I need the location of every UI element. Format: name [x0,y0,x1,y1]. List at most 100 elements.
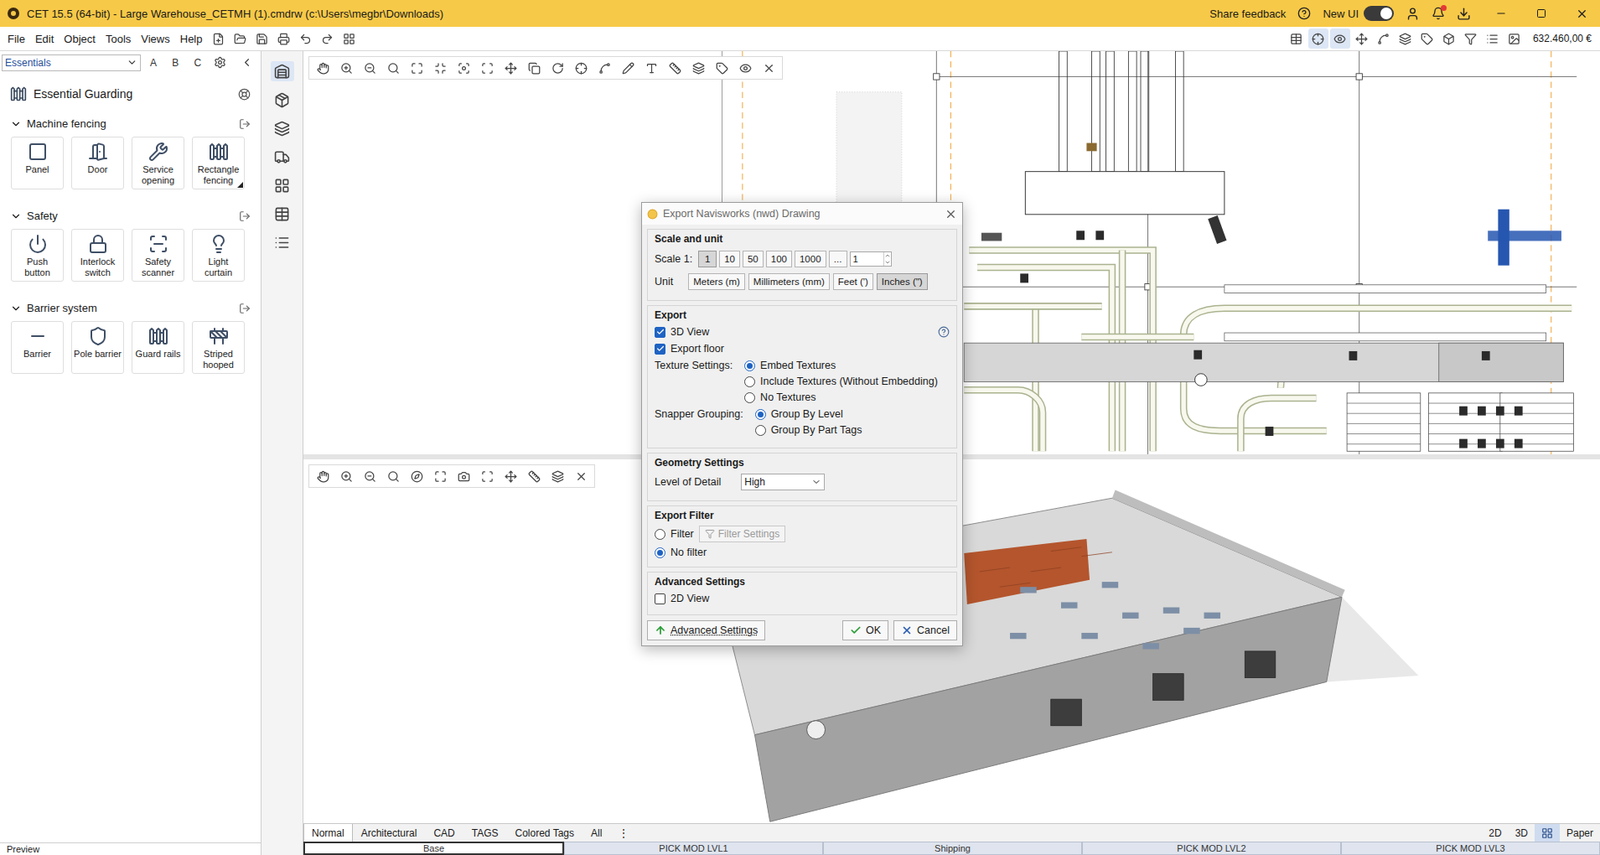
scale-button[interactable]: 1 [698,250,717,268]
view-tab[interactable]: Normal [303,823,353,842]
catalog-tile[interactable]: Door [71,136,125,190]
toggle-track[interactable] [1363,5,1394,21]
unit-button[interactable]: Inches (") [876,273,928,290]
view-tab[interactable]: TAGS [463,823,508,842]
toolbar-button-icon[interactable] [274,28,295,49]
radio-option[interactable]: Group By Level [755,408,863,420]
view-tool-icon[interactable] [406,57,427,78]
help-icon[interactable] [937,326,950,338]
view-tool-icon[interactable] [383,466,404,487]
unit-button[interactable]: Feet (') [833,273,874,290]
toolbar-button-icon[interactable] [208,28,229,49]
settings-icon[interactable] [210,52,231,73]
view-tool-icon[interactable] [476,57,498,78]
section-header[interactable]: Safety [0,201,261,226]
radio-button[interactable] [744,376,756,388]
split-view-icon[interactable] [1534,823,1560,842]
close-icon[interactable] [1563,0,1600,27]
catalog-tile[interactable]: Interlock switch [71,228,125,282]
view-tool-icon[interactable] [500,57,521,78]
cancel-button[interactable]: Cancel [893,620,958,641]
scale-button[interactable]: 50 [742,250,764,268]
view-tool-icon[interactable] [641,57,662,78]
checkbox[interactable] [654,343,666,355]
section-header[interactable]: Machine fencing [0,108,261,134]
view-tool-icon[interactable] [758,57,779,78]
toolbar-button-icon[interactable] [317,28,338,49]
radio-option[interactable]: FilterFilter Settings [654,525,950,543]
radio-option[interactable]: No Textures [744,391,938,404]
checkbox[interactable] [654,326,666,338]
radio-button[interactable] [654,547,666,559]
view-tool-icon[interactable] [312,466,333,487]
catalog-tile[interactable]: Guard rails [131,321,185,374]
catalog-tile[interactable]: Pole barrier [71,321,125,374]
toolbar-button-icon[interactable] [1373,28,1394,49]
user-avatar-icon[interactable] [1405,6,1420,21]
open-section-icon[interactable] [238,302,251,315]
dialog-title-bar[interactable]: Export Navisworks (nwd) Drawing [642,202,963,225]
checkbox-row[interactable]: 3D View [654,326,950,338]
toolbar-button-icon[interactable] [1286,28,1307,49]
view-mode-button[interactable]: 3D [1508,823,1535,842]
view-tool-icon[interactable] [359,57,380,78]
level-tab[interactable]: Shipping [823,841,1083,855]
view-tool-icon[interactable] [523,466,544,487]
dialog-close-icon[interactable] [944,207,958,221]
view-tool-icon[interactable] [711,57,732,78]
catalog-letter-button[interactable]: B [165,56,185,69]
update-download-icon[interactable] [1456,6,1471,21]
catalog-switch-icon[interactable] [270,146,295,167]
collapse-panel-icon[interactable] [237,52,258,73]
toolbar-button-icon[interactable] [252,28,273,49]
catalog-tile[interactable]: Barrier [10,321,64,374]
radio-option[interactable]: Embed Textures [744,359,938,372]
catalog-tile[interactable]: Light curtain [191,228,245,282]
view-tool-icon[interactable] [453,57,474,78]
radio-button[interactable] [755,409,767,420]
radio-button[interactable] [755,424,767,436]
catalog-tile[interactable]: Safety scanner [131,228,185,282]
catalog-switch-icon[interactable] [270,61,295,82]
menu-item[interactable]: Object [59,31,100,47]
view-mode-button[interactable]: 2D [1481,823,1508,842]
share-feedback-link[interactable]: Share feedback [1209,7,1286,21]
catalog-tile[interactable]: Push button [10,228,64,282]
catalog-tile[interactable]: Service opening [131,136,185,190]
view-tool-icon[interactable] [476,466,498,487]
toolbar-button-icon[interactable] [1351,28,1373,49]
view-tab[interactable]: ⋮ [610,823,637,842]
toolbar-button-icon[interactable] [1482,28,1503,49]
view-tool-icon[interactable] [735,57,756,78]
view-tool-icon[interactable] [336,466,357,487]
catalog-switch-icon[interactable] [270,232,295,253]
toolbar-button-icon[interactable] [1439,28,1460,49]
toolbar-button-icon[interactable] [230,28,251,49]
view-tab[interactable]: CAD [424,823,463,842]
view-tool-icon[interactable] [429,57,451,78]
toolbar-button-icon[interactable] [1460,28,1481,49]
view-tool-icon[interactable] [336,57,357,78]
checkbox-row[interactable]: Export floor [654,342,950,355]
view-tool-icon[interactable] [429,466,451,487]
catalog-tile[interactable]: Striped hooped [191,321,245,374]
view-tool-icon[interactable] [383,57,404,78]
menu-item[interactable]: Views [136,31,174,47]
view-tool-icon[interactable] [547,466,568,487]
view-tool-icon[interactable] [500,466,521,487]
view-tab[interactable]: Architectural [352,823,426,842]
scale-input[interactable]: 1 [849,251,892,267]
menu-item[interactable]: File [3,31,30,47]
catalog-switch-icon[interactable] [270,203,295,224]
level-tab[interactable]: PICK MOD LVL1 [564,841,824,855]
view-tool-icon[interactable] [617,57,638,78]
view-tool-icon[interactable] [570,57,591,78]
scale-button[interactable]: 100 [766,250,793,268]
toolbar-button-icon[interactable] [1417,28,1438,49]
view-tool-icon[interactable] [406,466,427,487]
radio-button[interactable] [744,360,756,372]
menu-item[interactable]: Help [176,31,208,47]
level-tab[interactable]: PICK MOD LVL2 [1082,841,1342,855]
unit-button[interactable]: Millimeters (mm) [748,273,830,290]
toolbar-button-icon[interactable] [1330,28,1351,49]
